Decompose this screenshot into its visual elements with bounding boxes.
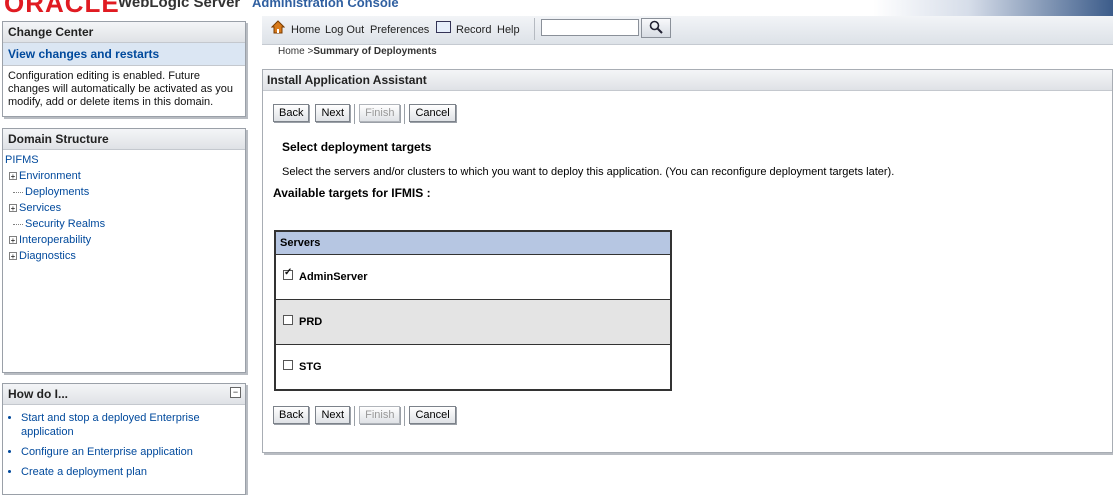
- oracle-logo: ORACLE: [4, 0, 120, 16]
- tree-root-pifms[interactable]: PIFMS: [5, 152, 245, 168]
- product-suffix: Administration Console: [252, 0, 399, 10]
- tree-item-label[interactable]: Deployments: [25, 184, 89, 200]
- view-changes-link[interactable]: View changes and restarts: [3, 43, 245, 66]
- change-center-panel: Change Center View changes and restarts …: [2, 21, 246, 117]
- install-assistant-panel: Install Application Assistant Back Next …: [262, 69, 1113, 453]
- servers-column-header: Servers: [275, 231, 671, 255]
- expand-icon[interactable]: +: [9, 204, 17, 213]
- tree-item-security-realms[interactable]: Security Realms: [5, 216, 245, 232]
- server-checkbox-stg[interactable]: [283, 360, 293, 371]
- cancel-button[interactable]: Cancel: [409, 406, 456, 424]
- howto-link[interactable]: Create a deployment plan: [21, 466, 147, 478]
- step-description: Select the servers and/or clusters to wh…: [282, 166, 895, 178]
- table-row: AdminServer: [275, 254, 671, 300]
- domain-structure-title: Domain Structure: [3, 129, 245, 150]
- collapse-icon[interactable]: −: [230, 387, 241, 398]
- list-item[interactable]: Start and stop a deployed Enterprise app…: [21, 411, 245, 439]
- toolbar-separator: [534, 18, 535, 40]
- how-do-i-title-text: How do I...: [8, 387, 68, 401]
- tree-item-services[interactable]: + Services: [5, 200, 245, 216]
- cancel-button[interactable]: Cancel: [409, 104, 456, 122]
- available-targets-label: Available targets for IFMIS :: [273, 186, 431, 200]
- how-do-i-title: How do I... −: [3, 384, 245, 405]
- server-name: AdminServer: [299, 271, 368, 283]
- search-button[interactable]: [641, 18, 671, 38]
- bottom-button-row: Back Next Finish Cancel: [273, 406, 456, 426]
- step-title: Select deployment targets: [282, 140, 432, 154]
- table-row: PRD: [275, 299, 671, 345]
- logout-link[interactable]: Log Out: [325, 24, 364, 36]
- finish-button[interactable]: Finish: [359, 406, 401, 424]
- domain-structure-panel: Domain Structure PIFMS + Environment Dep…: [2, 128, 246, 373]
- button-separator: [354, 406, 356, 426]
- tree-item-deployments[interactable]: Deployments: [5, 184, 245, 200]
- button-separator: [404, 104, 406, 124]
- tree-connector: [13, 223, 23, 225]
- server-checkbox-adminserver[interactable]: [283, 267, 293, 281]
- search-input[interactable]: [541, 19, 639, 36]
- preferences-link[interactable]: Preferences: [370, 24, 429, 36]
- breadcrumb-current: Summary of Deployments: [313, 46, 437, 57]
- breadcrumb: Home >Summary of Deployments: [278, 46, 437, 57]
- back-button[interactable]: Back: [273, 406, 310, 424]
- app-header: ORACLE WebLogic Server Administration Co…: [0, 0, 1113, 16]
- header-gradient: [873, 0, 1113, 16]
- back-button[interactable]: Back: [273, 104, 310, 122]
- home-icon[interactable]: [271, 20, 285, 34]
- list-item[interactable]: Create a deployment plan: [21, 465, 245, 479]
- servers-table: Servers AdminServer PRD STG: [274, 230, 672, 391]
- server-cell: PRD: [275, 299, 671, 345]
- next-button[interactable]: Next: [315, 104, 351, 122]
- tree-item-interoperability[interactable]: + Interoperability: [5, 232, 245, 248]
- expand-icon[interactable]: +: [9, 172, 17, 181]
- tree-item-label[interactable]: Diagnostics: [19, 248, 76, 264]
- list-item[interactable]: Configure an Enterprise application: [21, 445, 245, 459]
- expand-icon[interactable]: +: [9, 236, 17, 245]
- how-do-i-panel: How do I... − Start and stop a deployed …: [2, 383, 246, 495]
- top-button-row: Back Next Finish Cancel: [273, 104, 456, 124]
- top-toolbar: Home Log Out Preferences Record Help: [262, 16, 1113, 45]
- finish-button[interactable]: Finish: [359, 104, 401, 122]
- tree-item-label[interactable]: Security Realms: [25, 216, 105, 232]
- server-cell: STG: [275, 344, 671, 390]
- table-row: STG: [275, 344, 671, 390]
- product-name: WebLogic Server: [118, 0, 241, 11]
- record-icon[interactable]: [436, 21, 451, 33]
- breadcrumb-home[interactable]: Home: [278, 46, 305, 57]
- assistant-title: Install Application Assistant: [263, 70, 1112, 91]
- tree-item-diagnostics[interactable]: + Diagnostics: [5, 248, 245, 264]
- server-cell: AdminServer: [275, 254, 671, 300]
- how-do-i-list: Start and stop a deployed Enterprise app…: [3, 405, 245, 479]
- tree-item-label[interactable]: Interoperability: [19, 232, 91, 248]
- server-name: PRD: [299, 316, 323, 328]
- domain-tree: PIFMS + Environment Deployments + Servic…: [3, 150, 245, 264]
- button-separator: [354, 104, 356, 124]
- change-center-title: Change Center: [3, 22, 245, 43]
- change-center-message: Configuration editing is enabled. Future…: [8, 70, 234, 108]
- next-button[interactable]: Next: [315, 406, 351, 424]
- tree-item-label[interactable]: Services: [19, 200, 61, 216]
- howto-link[interactable]: Start and stop a deployed Enterprise app…: [21, 412, 200, 438]
- record-link[interactable]: Record: [456, 24, 491, 36]
- help-link[interactable]: Help: [497, 24, 520, 36]
- howto-link[interactable]: Configure an Enterprise application: [21, 446, 193, 458]
- tree-item-environment[interactable]: + Environment: [5, 168, 245, 184]
- button-separator: [404, 406, 406, 426]
- server-name: STG: [299, 361, 322, 373]
- server-checkbox-prd[interactable]: [283, 315, 293, 326]
- search-icon: [649, 20, 663, 34]
- tree-connector: [13, 191, 23, 193]
- expand-icon[interactable]: +: [9, 252, 17, 261]
- tree-item-label[interactable]: Environment: [19, 168, 81, 184]
- home-link[interactable]: Home: [291, 24, 320, 36]
